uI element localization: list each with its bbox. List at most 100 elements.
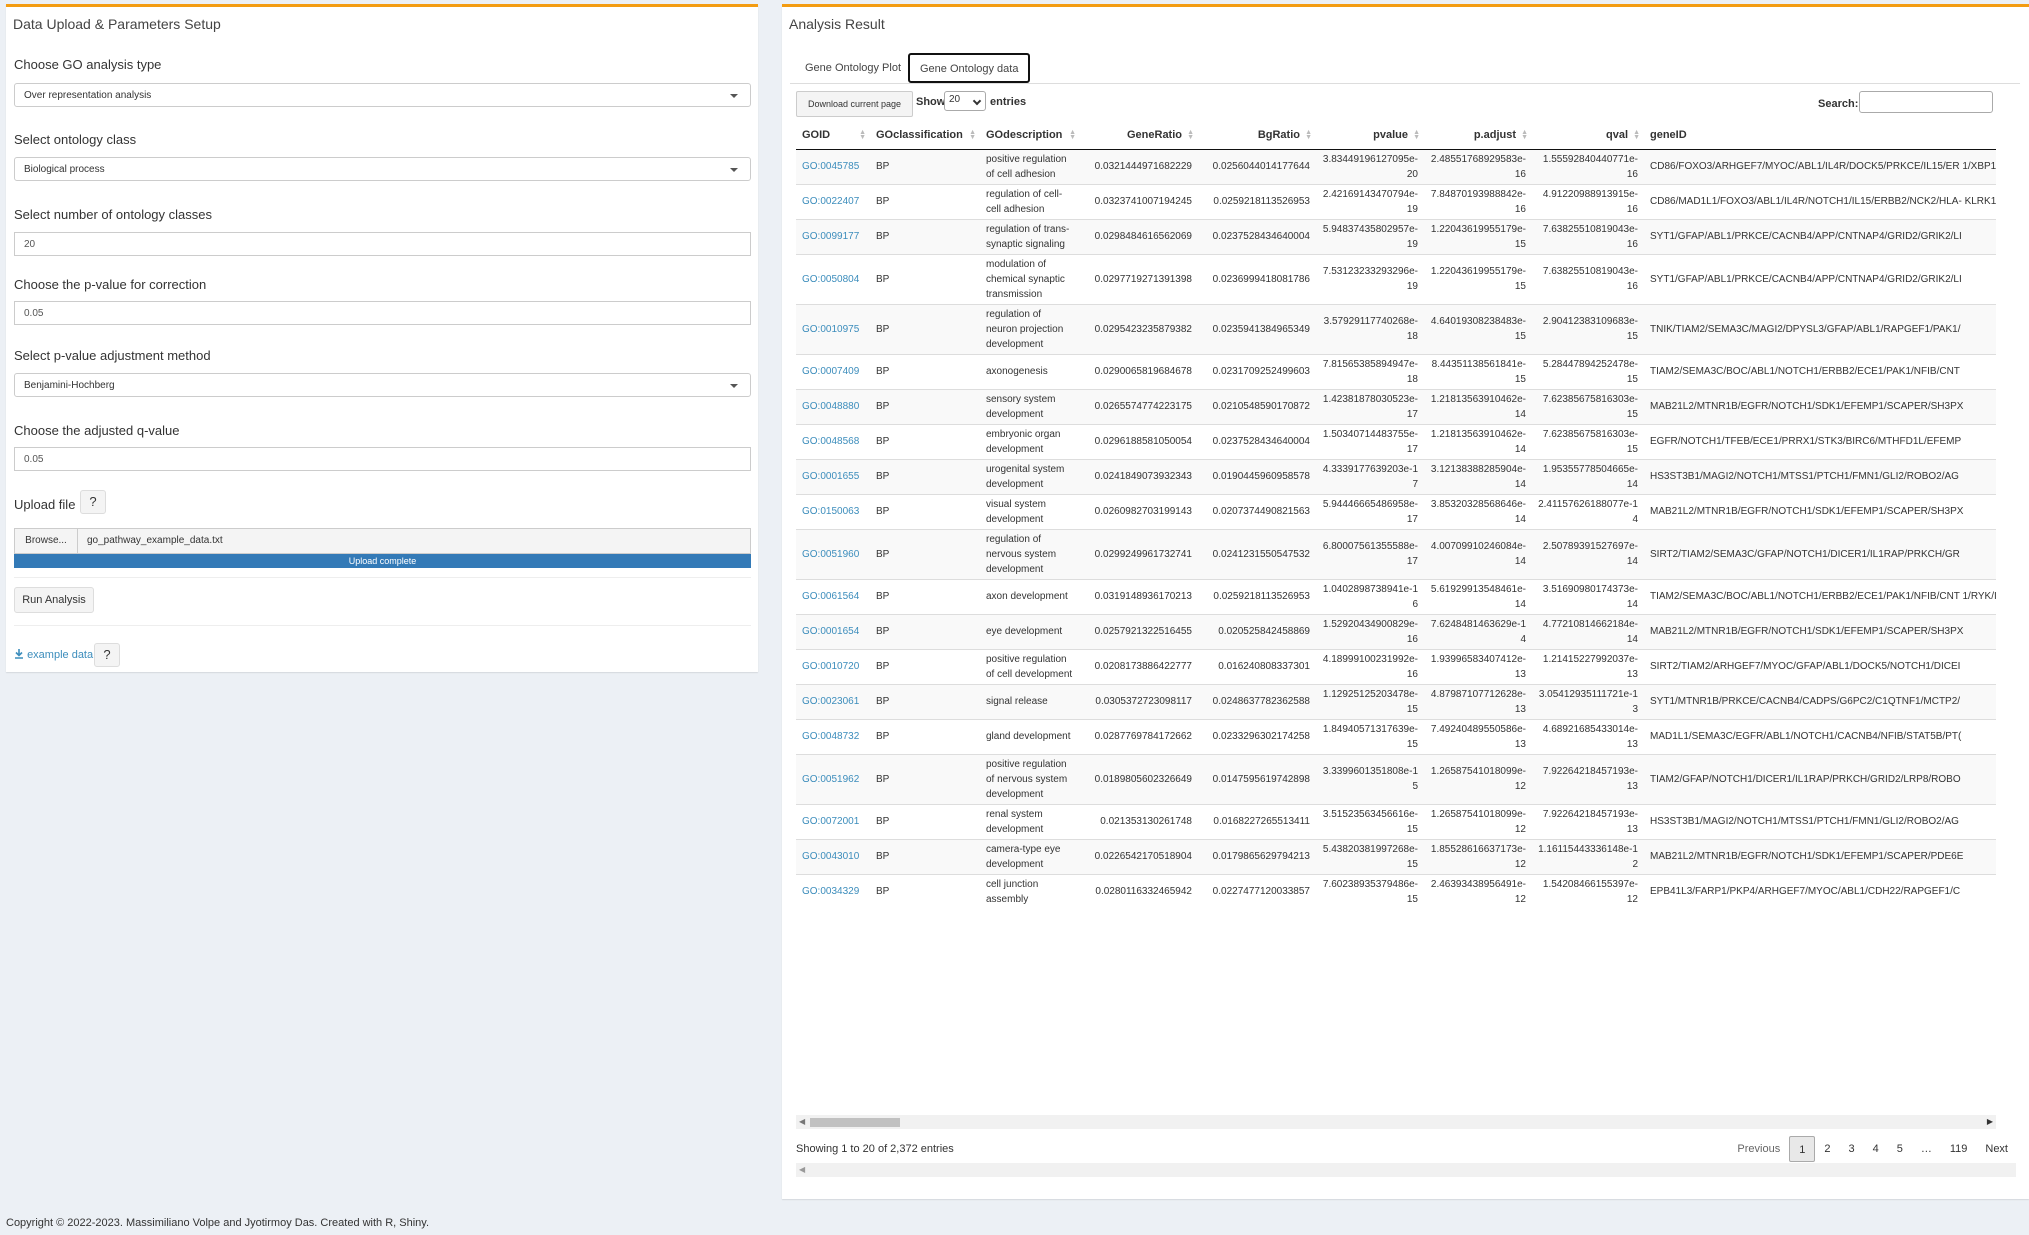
column-header[interactable]: pvalue ▲ ▼ bbox=[1316, 121, 1424, 150]
table-row: GO:0043010 BP camera-type eye development 0… bbox=[796, 838, 1996, 874]
sort-icon: ▲ ▼ bbox=[1069, 129, 1076, 141]
column-header[interactable]: geneID bbox=[1644, 121, 1996, 150]
qval-cell: 1.16115443336148e-12 bbox=[1532, 838, 1644, 874]
table-horizontal-scrollbar[interactable]: ◀ ▶ bbox=[796, 1115, 1996, 1129]
go-id-link[interactable]: GO:0072001 bbox=[796, 803, 870, 839]
tab-gene-ontology-plot[interactable]: Gene Ontology Plot bbox=[794, 53, 912, 83]
table-row: GO:0023061 BP signal release 0.030537272309… bbox=[796, 683, 1996, 719]
qvalue-input[interactable]: 0.05 bbox=[14, 447, 751, 471]
column-header[interactable]: GeneRatio ▲ ▼ bbox=[1080, 121, 1198, 150]
gene-id-cell: HS3ST3B1/MAGI2/NOTCH1/MTSS1/PTCH1/FMN1/G… bbox=[1644, 803, 1996, 839]
go-id-link[interactable]: GO:0099177 bbox=[796, 218, 870, 254]
go-id-link[interactable]: GO:0048568 bbox=[796, 423, 870, 459]
qval-cell: 1.95355778504665e-14 bbox=[1532, 458, 1644, 494]
scroll-left-icon[interactable]: ◀ bbox=[799, 1165, 805, 1174]
bg-ratio-cell: 0.0179865629794213 bbox=[1198, 838, 1316, 874]
go-id-link[interactable]: GO:0061564 bbox=[796, 578, 870, 614]
go-description-cell: positive regulation of cell adhesion bbox=[980, 148, 1080, 184]
footer: Copyright © 2022-2023. Massimiliano Volp… bbox=[6, 1217, 430, 1229]
go-id-link[interactable]: GO:0045785 bbox=[796, 148, 870, 184]
example-help-button[interactable]: ? bbox=[94, 643, 120, 667]
gene-id-cell: MAB21L2/MTNR1B/EGFR/NOTCH1/SDK1/EFEMP1/S… bbox=[1644, 613, 1996, 649]
go-id-link[interactable]: GO:0001654 bbox=[796, 613, 870, 649]
previous-page-button[interactable]: Previous bbox=[1728, 1136, 1789, 1162]
download-current-page-button[interactable]: Download current page bbox=[796, 91, 913, 117]
table-info: Showing 1 to 20 of 2,372 entries bbox=[796, 1143, 954, 1155]
column-header[interactable]: BgRatio ▲ ▼ bbox=[1198, 121, 1316, 150]
ontology-select[interactable]: Biological process bbox=[14, 157, 751, 181]
pvalue-cell: 7.81565385894947e-18 bbox=[1316, 353, 1424, 389]
scroll-right-icon[interactable]: ▶ bbox=[1987, 1117, 1993, 1126]
go-id-link[interactable]: GO:0034329 bbox=[796, 873, 870, 909]
ontology-value: Biological process bbox=[24, 164, 105, 175]
go-id-link[interactable]: GO:0150063 bbox=[796, 493, 870, 529]
tab-gene-ontology-data[interactable]: Gene Ontology data bbox=[908, 53, 1031, 83]
page-button[interactable]: 119 bbox=[1941, 1136, 1977, 1162]
padjust-cell: 1.21813563910462e-14 bbox=[1424, 423, 1532, 459]
column-header[interactable]: qval ▲ ▼ bbox=[1532, 121, 1644, 150]
scroll-left-icon[interactable]: ◀ bbox=[799, 1117, 805, 1126]
table-header-row: GOID ▲ ▼ GOclassification ▲ ▼ GOdescription ▲ ▼ G… bbox=[796, 121, 1996, 150]
go-id-link[interactable]: GO:0051960 bbox=[796, 528, 870, 579]
example-data-link[interactable]: example data bbox=[14, 649, 93, 661]
run-analysis-button[interactable]: Run Analysis bbox=[14, 587, 94, 613]
browse-button[interactable]: Browse... bbox=[15, 529, 78, 553]
table-row: GO:0051960 BP regulation of nervous system… bbox=[796, 528, 1996, 579]
search-input[interactable] bbox=[1859, 91, 1993, 113]
padjust-cell: 4.64019308238483e-15 bbox=[1424, 303, 1532, 354]
results-panel: Analysis Result Gene Ontology Plot Gene … bbox=[782, 4, 2029, 1199]
column-header[interactable]: p.adjust ▲ ▼ bbox=[1424, 121, 1532, 150]
table-row: GO:0150063 BP visual system development 0.0… bbox=[796, 493, 1996, 529]
bg-ratio-cell: 0.0256044014177644 bbox=[1198, 148, 1316, 184]
table-row: GO:0045785 BP positive regulation of cell … bbox=[796, 148, 1996, 184]
bg-ratio-cell: 0.020525842458869 bbox=[1198, 613, 1316, 649]
go-id-link[interactable]: GO:0010720 bbox=[796, 648, 870, 684]
go-id-link[interactable]: GO:0048880 bbox=[796, 388, 870, 424]
pvalue-cell: 5.94446665486958e-17 bbox=[1316, 493, 1424, 529]
page-length-select[interactable]: 20 bbox=[944, 91, 986, 111]
adjust-method-label: Select p-value adjustment method bbox=[14, 348, 211, 363]
adjust-method-select[interactable]: Benjamini-Hochberg bbox=[14, 373, 751, 397]
column-header-label: geneID bbox=[1650, 128, 1687, 141]
go-description-cell: visual system development bbox=[980, 493, 1080, 529]
padjust-cell: 3.12138388285904e-14 bbox=[1424, 458, 1532, 494]
scrollbar-thumb[interactable] bbox=[810, 1118, 900, 1127]
page-button[interactable]: 5 bbox=[1888, 1136, 1912, 1162]
go-id-link[interactable]: GO:0007409 bbox=[796, 353, 870, 389]
num-classes-input[interactable]: 20 bbox=[14, 232, 751, 256]
go-id-link[interactable]: GO:0050804 bbox=[796, 253, 870, 304]
page-button[interactable]: 2 bbox=[1815, 1136, 1839, 1162]
page-button[interactable]: 3 bbox=[1839, 1136, 1863, 1162]
ontology-label: Select ontology class bbox=[14, 132, 137, 147]
go-description-cell: gland development bbox=[980, 718, 1080, 754]
column-header[interactable]: GOclassification ▲ ▼ bbox=[870, 121, 980, 150]
pvalue-input[interactable]: 0.05 bbox=[14, 301, 751, 325]
go-id-link[interactable]: GO:0010975 bbox=[796, 303, 870, 354]
go-id-link[interactable]: GO:0043010 bbox=[796, 838, 870, 874]
bg-ratio-cell: 0.0241231550547532 bbox=[1198, 528, 1316, 579]
go-id-link[interactable]: GO:0048732 bbox=[796, 718, 870, 754]
column-header[interactable]: GOdescription ▲ ▼ bbox=[980, 121, 1080, 150]
go-description-cell: regulation of neuron projection developm… bbox=[980, 303, 1080, 354]
go-id-link[interactable]: GO:0051962 bbox=[796, 753, 870, 804]
gene-id-cell: CD86/MAD1L1/FOXO3/ABL1/IL4R/NOTCH1/IL15/… bbox=[1644, 183, 1996, 219]
file-input-group[interactable]: Browse... go_pathway_example_data.txt bbox=[14, 528, 751, 554]
go-id-link[interactable]: GO:0023061 bbox=[796, 683, 870, 719]
page-horizontal-scrollbar[interactable]: ◀ bbox=[796, 1163, 2016, 1177]
page-button[interactable]: 1 bbox=[1789, 1136, 1816, 1162]
upload-help-button[interactable]: ? bbox=[80, 490, 106, 514]
gene-id-cell: SYT1/GFAP/ABL1/PRKCE/CACNB4/APP/CNTNAP4/… bbox=[1644, 218, 1996, 254]
chevron-down-icon bbox=[972, 96, 982, 106]
go-type-select[interactable]: Over representation analysis bbox=[14, 83, 751, 107]
page-button[interactable]: 4 bbox=[1864, 1136, 1888, 1162]
padjust-cell: 1.21813563910462e-14 bbox=[1424, 388, 1532, 424]
next-page-button[interactable]: Next bbox=[1976, 1136, 2017, 1162]
go-id-link[interactable]: GO:0001655 bbox=[796, 458, 870, 494]
column-header[interactable]: GOID ▲ ▼ bbox=[796, 121, 870, 150]
gene-id-cell: SIRT2/TIAM2/ARHGEF7/MYOC/GFAP/ABL1/DOCK5… bbox=[1644, 648, 1996, 684]
gene-ratio-cell: 0.0208173886422777 bbox=[1080, 648, 1198, 684]
qval-cell: 7.62385675816303e-15 bbox=[1532, 388, 1644, 424]
go-id-link[interactable]: GO:0022407 bbox=[796, 183, 870, 219]
table-row: GO:0048568 BP embryonic organ development 0… bbox=[796, 423, 1996, 459]
bg-ratio-cell: 0.0248637782362588 bbox=[1198, 683, 1316, 719]
